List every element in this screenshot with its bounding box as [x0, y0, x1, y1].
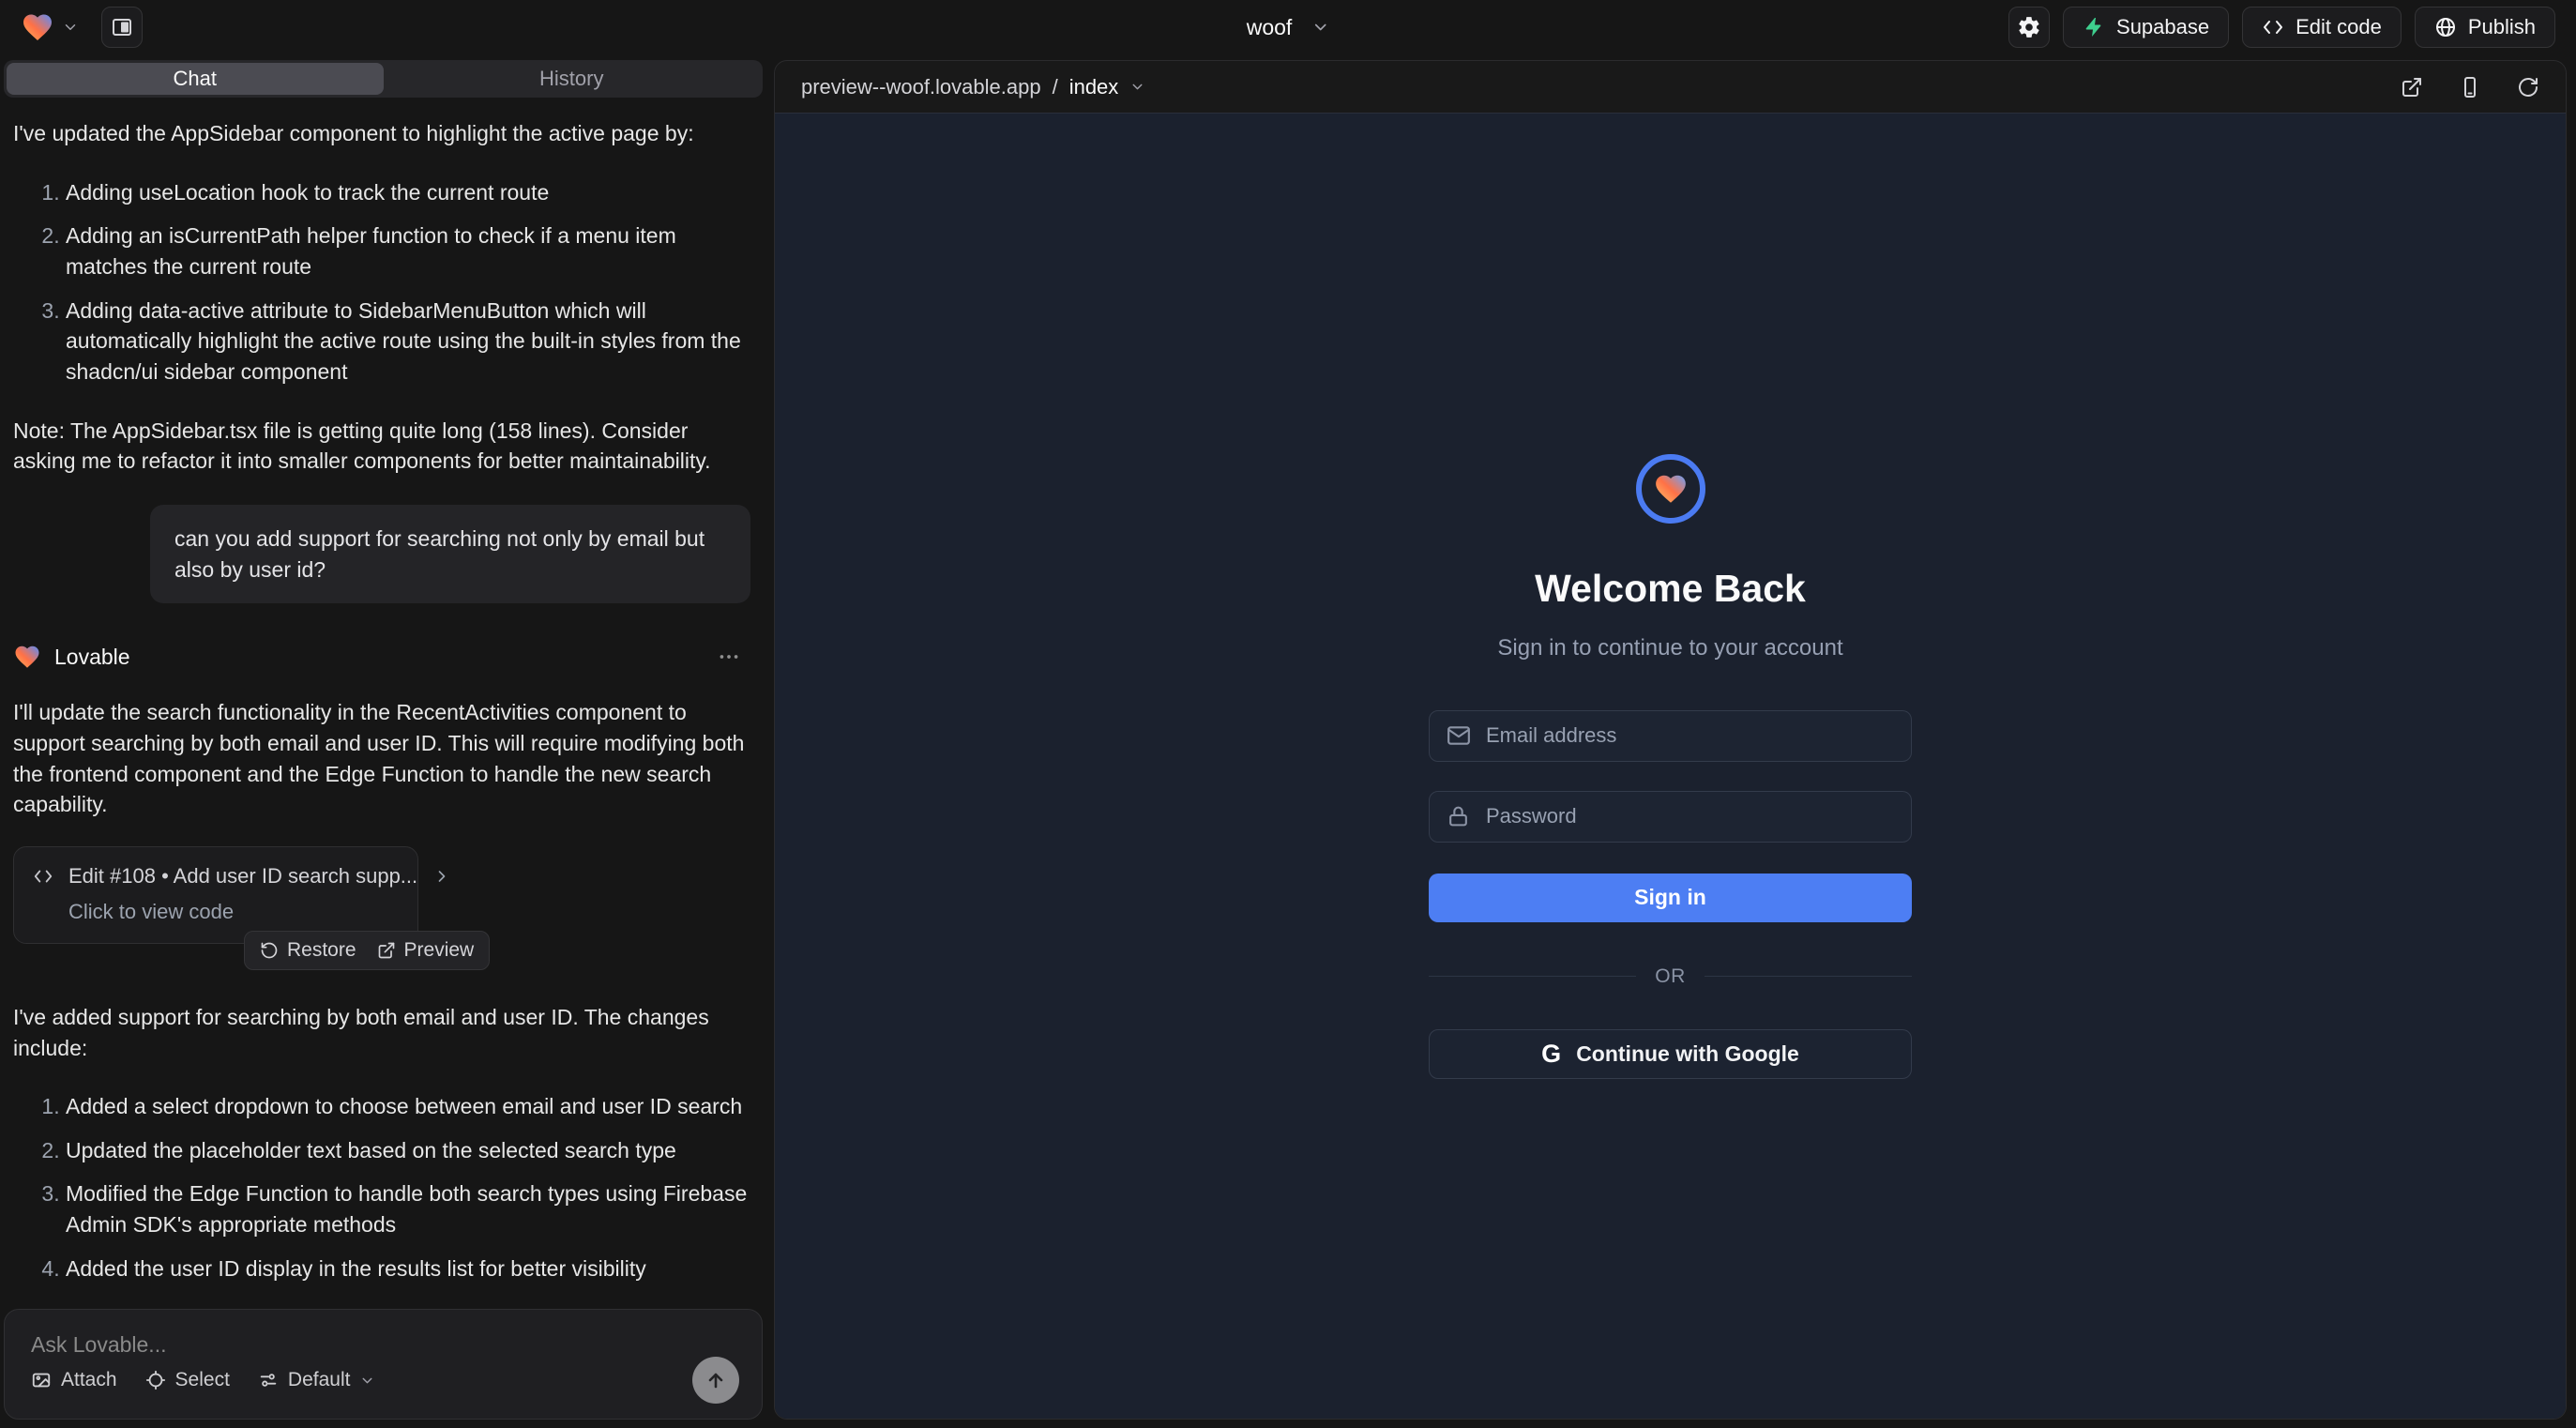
list-item: Adding an isCurrentPath helper function … — [66, 220, 752, 281]
sign-in-card: Welcome Back Sign in to continue to your… — [1429, 454, 1912, 1079]
restore-button[interactable]: Restore — [260, 939, 356, 962]
chevron-down-icon — [1311, 18, 1329, 37]
assistant-message: Lovable I'll update the search functiona… — [13, 643, 752, 1294]
assistant-message: I've updated the AppSidebar component to… — [13, 118, 752, 477]
edit-code-button-label: Edit code — [2296, 15, 2382, 39]
url-separator: / — [1053, 75, 1058, 99]
gear-icon — [2017, 15, 2041, 39]
list-item: Updated the placeholder text based on th… — [66, 1135, 752, 1166]
attach-button-label: Attach — [61, 1369, 117, 1391]
message-paragraph: I'll update the search functionality in … — [13, 697, 752, 820]
sliders-icon — [258, 1370, 279, 1390]
restore-icon — [260, 941, 279, 960]
list-item: Added a select dropdown to choose betwee… — [66, 1091, 752, 1122]
chat-composer: Attach Select Default — [4, 1309, 763, 1420]
or-divider: OR — [1429, 965, 1912, 988]
or-divider-label: OR — [1655, 965, 1686, 988]
edit-code-card[interactable]: Edit #108 • Add user ID search supp... C… — [13, 846, 418, 944]
open-in-new-tab-icon[interactable] — [2401, 76, 2423, 99]
supabase-button[interactable]: Supabase — [2063, 7, 2229, 48]
list-item: Added the user ID display in the results… — [66, 1253, 752, 1284]
lock-icon — [1447, 805, 1470, 828]
user-message-row: can you add support for searching not on… — [13, 505, 750, 603]
edit-card-actions: Restore Preview — [244, 931, 490, 970]
preview-url-bar: preview--woof.lovable.app / index — [775, 61, 2566, 114]
top-bar: woof Supabase Edit code Publish — [0, 0, 2576, 54]
message-paragraph: I've updated the AppSidebar component to… — [13, 118, 752, 149]
lovable-logo-menu[interactable] — [21, 10, 79, 44]
edit-card-subtitle: Click to view code — [68, 900, 399, 924]
message-ordered-list: Added a select dropdown to choose betwee… — [13, 1091, 752, 1284]
edit-code-button[interactable]: Edit code — [2242, 7, 2402, 48]
page-subtitle: Sign in to continue to your account — [1497, 635, 1842, 661]
publish-button-label: Publish — [2468, 15, 2536, 39]
chat-message-list[interactable]: I've updated the AppSidebar component to… — [0, 98, 767, 1294]
page-title: Welcome Back — [1535, 567, 1806, 611]
app-preview: Welcome Back Sign in to continue to your… — [775, 114, 2566, 1419]
crosshair-icon — [145, 1370, 166, 1390]
mobile-view-icon[interactable] — [2459, 76, 2481, 99]
assistant-message-header: Lovable — [13, 643, 752, 671]
list-item: Adding data-active attribute to SidebarM… — [66, 296, 752, 387]
preview-url-selector[interactable]: preview--woof.lovable.app / index — [801, 75, 1145, 99]
supabase-bolt-icon — [2083, 16, 2105, 38]
preview-button[interactable]: Preview — [377, 939, 475, 962]
google-button-label: Continue with Google — [1576, 1041, 1799, 1067]
select-button[interactable]: Select — [145, 1369, 230, 1391]
arrow-up-icon — [705, 1369, 727, 1391]
send-button[interactable] — [692, 1357, 739, 1404]
toggle-sidebar-button[interactable] — [101, 7, 143, 48]
chevron-down-icon — [359, 1373, 375, 1389]
lovable-heart-icon — [21, 10, 54, 44]
envelope-icon — [1447, 723, 1471, 748]
message-paragraph: Note: The AppSidebar.tsx file is getting… — [13, 416, 752, 477]
app-logo — [1636, 454, 1705, 524]
password-field[interactable] — [1429, 791, 1912, 843]
mode-selector-label: Default — [288, 1369, 351, 1391]
sign-in-button[interactable]: Sign in — [1429, 874, 1912, 922]
continue-with-google-button[interactable]: G Continue with Google — [1429, 1029, 1912, 1079]
chevron-down-icon — [62, 19, 79, 36]
restore-button-label: Restore — [287, 939, 356, 962]
tab-history[interactable]: History — [384, 63, 761, 95]
code-icon — [2262, 16, 2284, 38]
project-name: woof — [1247, 15, 1293, 40]
chat-history-tabs: Chat History — [4, 60, 763, 98]
chevron-down-icon — [1129, 79, 1145, 95]
email-field[interactable] — [1429, 710, 1912, 762]
publish-button[interactable]: Publish — [2415, 7, 2555, 48]
globe-icon — [2434, 16, 2457, 38]
refresh-icon[interactable] — [2517, 76, 2539, 99]
edit-card-title: Edit #108 • Add user ID search supp... — [68, 864, 417, 889]
list-item: Modified the Edge Function to handle bot… — [66, 1178, 752, 1239]
preview-button-label: Preview — [404, 939, 475, 962]
chat-input[interactable] — [31, 1332, 739, 1357]
chat-panel: Chat History I've updated the AppSidebar… — [0, 54, 767, 1428]
message-ordered-list: Adding useLocation hook to track the cur… — [13, 177, 752, 387]
panel-toggle-icon — [111, 16, 133, 38]
assistant-name: Lovable — [54, 645, 130, 670]
mode-selector[interactable]: Default — [258, 1369, 376, 1391]
google-g-icon: G — [1541, 1040, 1561, 1069]
list-item: Adding useLocation hook to track the cur… — [66, 177, 752, 208]
external-link-icon — [377, 941, 396, 960]
user-message-bubble: can you add support for searching not on… — [150, 505, 750, 603]
message-paragraph: I've added support for searching by both… — [13, 1002, 752, 1063]
image-attach-icon — [31, 1370, 52, 1390]
project-switcher[interactable]: woof — [1247, 15, 1330, 40]
supabase-button-label: Supabase — [2116, 15, 2209, 39]
lovable-heart-icon — [13, 643, 41, 671]
attach-button[interactable]: Attach — [31, 1369, 117, 1391]
select-button-label: Select — [175, 1369, 230, 1391]
preview-page: index — [1069, 75, 1119, 99]
tab-chat[interactable]: Chat — [7, 63, 384, 95]
chevron-right-icon — [432, 867, 451, 886]
settings-button[interactable] — [2008, 7, 2050, 48]
more-options-icon[interactable] — [717, 645, 741, 669]
code-icon — [33, 866, 53, 887]
preview-url: preview--woof.lovable.app — [801, 75, 1041, 99]
preview-panel: preview--woof.lovable.app / index — [774, 60, 2567, 1420]
